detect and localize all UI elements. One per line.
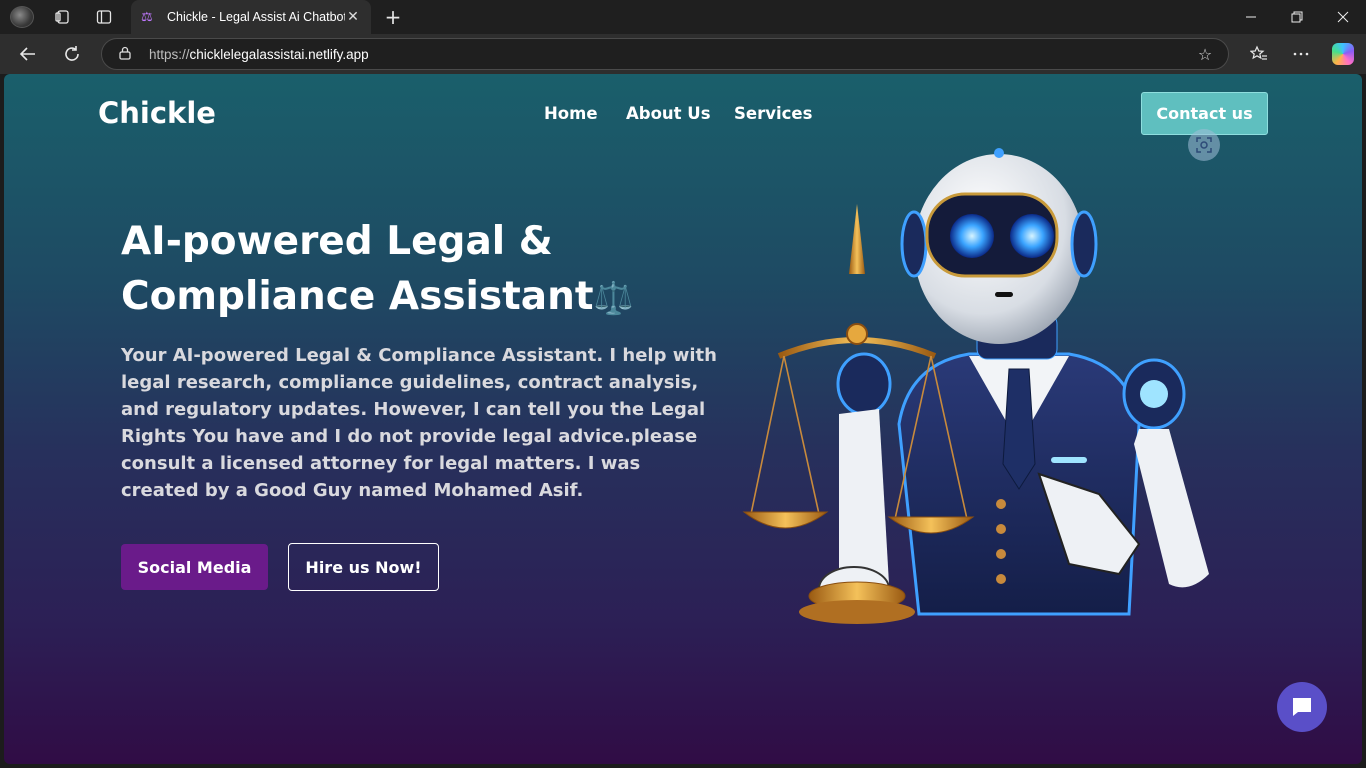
hero-description: Your AI-powered Legal & Compliance Assis… (121, 345, 717, 501)
favorites-icon[interactable] (1248, 43, 1270, 65)
restore-icon[interactable] (1274, 0, 1320, 34)
back-icon[interactable] (17, 43, 39, 65)
nav-link-home[interactable]: Home (544, 104, 598, 123)
more-icon[interactable] (1290, 43, 1312, 65)
browser-tab-bar: ⚖ Chickle - Legal Assist Ai Chatbot ✕ + (0, 0, 1366, 34)
address-bar[interactable]: https://chicklelegalassistai.netlify.app… (101, 38, 1229, 70)
hire-us-button[interactable]: Hire us Now! (288, 543, 439, 591)
hero-title: AI-powered Legal & Compliance Assistant⚖… (121, 214, 721, 326)
url-text[interactable]: https://chicklelegalassistai.netlify.app (149, 47, 1194, 62)
webpage: Chickle Home About Us Services Contact u… (4, 74, 1362, 764)
profile-avatar[interactable] (10, 6, 34, 28)
tab-actions-icon[interactable] (93, 6, 115, 28)
minimize-icon[interactable] (1228, 0, 1274, 34)
refresh-icon[interactable] (61, 43, 83, 65)
scales-emoji-icon: ⚖️ (593, 279, 634, 317)
close-icon[interactable] (1320, 0, 1366, 34)
scales-favicon-icon: ⚖ (141, 9, 153, 25)
copilot-icon[interactable] (1332, 43, 1354, 65)
workspaces-icon[interactable] (52, 6, 74, 28)
hero-title-line2: Compliance Assistant (121, 274, 594, 319)
robot-lawyer-illustration (742, 148, 1209, 624)
chat-icon (1293, 698, 1311, 716)
hero-title-line1: AI-powered Legal & (121, 219, 553, 264)
brand-logo[interactable]: Chickle (98, 96, 216, 130)
tab-title: Chickle - Legal Assist Ai Chatbot (167, 10, 345, 24)
browser-toolbar: https://chicklelegalassistai.netlify.app… (0, 34, 1366, 74)
new-tab-icon[interactable]: + (382, 5, 404, 29)
nav-link-about[interactable]: About Us (626, 104, 711, 123)
chat-widget-button[interactable] (1277, 682, 1327, 732)
browser-tab-active[interactable]: ⚖ Chickle - Legal Assist Ai Chatbot ✕ (131, 0, 371, 34)
lock-icon[interactable] (119, 46, 133, 63)
social-media-button[interactable]: Social Media (121, 544, 268, 590)
favorite-star-icon[interactable]: ☆ (1194, 45, 1216, 64)
tab-close-icon[interactable]: ✕ (345, 9, 361, 25)
nav-link-services[interactable]: Services (734, 104, 812, 123)
